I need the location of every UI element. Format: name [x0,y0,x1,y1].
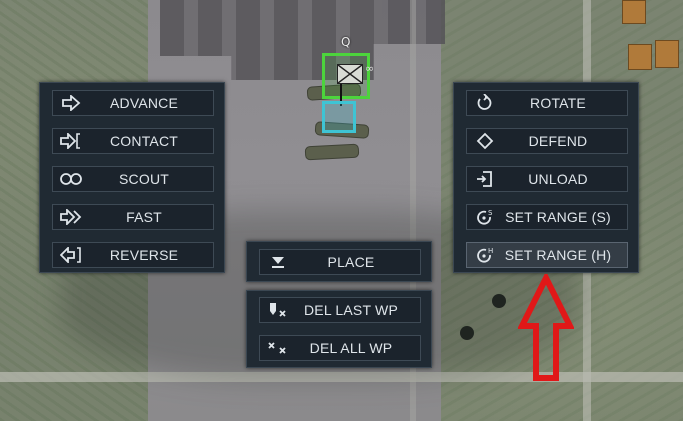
soldier[interactable] [460,326,474,340]
crate [655,40,679,68]
unload-button[interactable]: UNLOAD [466,166,628,192]
place-down-icon [266,252,290,272]
unload-icon [473,169,497,189]
contact-button[interactable]: CONTACT [52,128,214,154]
fast-double-arrow-icon [59,207,83,227]
svg-text:H: H [488,247,493,255]
contact-arrow-icon [59,131,83,151]
delete-all-waypoints-button[interactable]: DEL ALL WP [259,335,421,361]
crate [628,44,652,70]
place-button[interactable]: PLACE [259,249,421,275]
unit-tag: ∞ [365,62,375,75]
crate [622,0,646,24]
set-range-hard-button[interactable]: H SET RANGE (H) [466,242,628,268]
defend-diamond-icon [473,131,497,151]
annotation-up-arrow-icon [518,274,574,384]
movement-orders-panel: ADVANCE CONTACT SCOUT FAST REVERSE [39,82,225,273]
waypoint-panel: DEL LAST WP DEL ALL WP [246,290,432,368]
delete-last-waypoint-icon [266,300,290,320]
svg-text:S: S [488,209,493,217]
unit-type-icon [337,64,363,84]
unit-actions-panel: ROTATE DEFEND UNLOAD S SET RANGE (S) H S… [453,82,639,273]
reverse-button[interactable]: REVERSE [52,242,214,268]
delete-last-waypoint-button[interactable]: DEL LAST WP [259,297,421,323]
set-range-soft-icon: S [473,207,497,227]
delete-all-waypoints-icon [266,338,290,358]
rotate-button[interactable]: ROTATE [466,90,628,116]
waypoint-marker[interactable] [322,101,356,133]
advance-button[interactable]: ADVANCE [52,90,214,116]
scout-button[interactable]: SCOUT [52,166,214,192]
fast-button[interactable]: FAST [52,204,214,230]
place-panel: PLACE [246,241,432,282]
unit-label: Q [341,35,351,49]
scout-binoculars-icon [59,169,83,189]
rotate-icon [473,93,497,113]
set-range-soft-button[interactable]: S SET RANGE (S) [466,204,628,230]
soldier[interactable] [492,294,506,308]
advance-arrow-icon [59,93,83,113]
reverse-arrow-icon [59,245,83,265]
set-range-hard-icon: H [473,245,497,265]
defend-button[interactable]: DEFEND [466,128,628,154]
